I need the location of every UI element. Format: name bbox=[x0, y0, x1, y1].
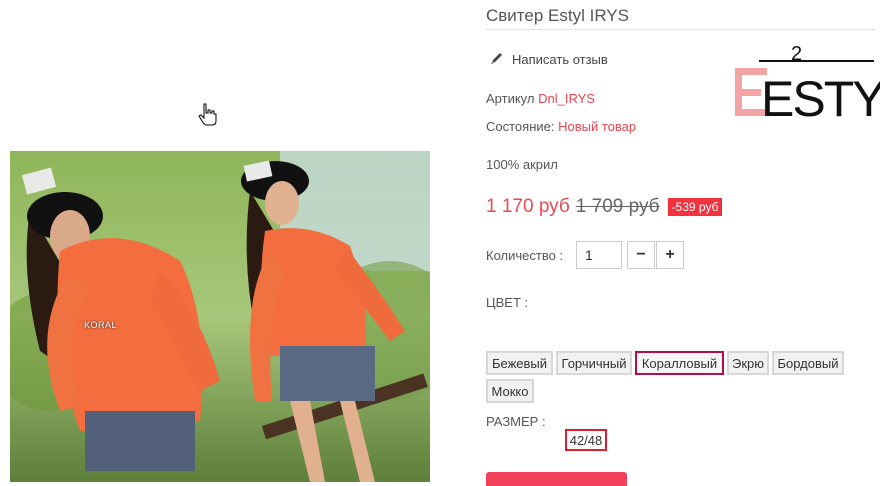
current-price: 1 170 руб bbox=[486, 196, 570, 217]
condition-value: Новый товар bbox=[558, 119, 637, 134]
size-option-42-48[interactable]: 42/48 bbox=[565, 429, 607, 451]
product-image-frame: KORAL bbox=[10, 5, 430, 482]
color-option-coral[interactable]: Коралловый bbox=[635, 351, 724, 375]
size-label: РАЗМЕР : bbox=[486, 414, 546, 429]
add-to-cart-button[interactable] bbox=[486, 472, 627, 486]
price-row: 1 170 руб 1 709 руб -539 руб bbox=[486, 196, 723, 218]
old-price: 1 709 руб bbox=[575, 196, 660, 217]
quantity-input[interactable] bbox=[576, 241, 622, 269]
pencil-icon bbox=[490, 51, 504, 68]
quantity-label: Количество : bbox=[486, 248, 564, 263]
image-watermark: KORAL bbox=[84, 320, 118, 330]
brand-logo-superscript: 2 bbox=[791, 43, 802, 65]
condition-line: Состояние: Новый товар bbox=[486, 119, 636, 134]
article-line: Артикул Dnl_IRYS bbox=[486, 91, 595, 106]
composition-text: 100% акрил bbox=[486, 157, 558, 172]
color-label: ЦВЕТ : bbox=[486, 295, 529, 310]
write-review-label: Написать отзыв bbox=[512, 52, 608, 67]
article-value: Dnl_IRYS bbox=[538, 91, 595, 106]
title-divider bbox=[486, 29, 876, 30]
color-option-ecru[interactable]: Экрю bbox=[727, 351, 769, 375]
product-photo[interactable] bbox=[10, 151, 430, 482]
condition-label: Состояние: bbox=[486, 119, 555, 134]
brand-logo: ESTYL 2 bbox=[735, 38, 887, 127]
color-option-beige[interactable]: Бежевый bbox=[486, 351, 553, 375]
brand-logo-text: ESTYL bbox=[761, 71, 880, 120]
article-label: Артикул bbox=[486, 91, 535, 106]
color-option-mocha[interactable]: Мокко bbox=[486, 379, 534, 403]
discount-badge: -539 руб bbox=[667, 198, 723, 216]
product-title: Свитер Estyl IRYS bbox=[486, 6, 629, 25]
quantity-decrease-button[interactable]: − bbox=[627, 241, 655, 269]
quantity-increase-button[interactable]: + bbox=[656, 241, 684, 269]
color-option-mustard[interactable]: Горчичный bbox=[556, 351, 632, 375]
color-option-burgundy[interactable]: Бордовый bbox=[772, 351, 844, 375]
plus-icon: + bbox=[665, 246, 675, 263]
hand-cursor-icon bbox=[198, 103, 218, 132]
write-review-link[interactable]: Написать отзыв bbox=[490, 51, 608, 68]
product-photo-art bbox=[10, 151, 430, 482]
minus-icon: − bbox=[636, 246, 646, 263]
